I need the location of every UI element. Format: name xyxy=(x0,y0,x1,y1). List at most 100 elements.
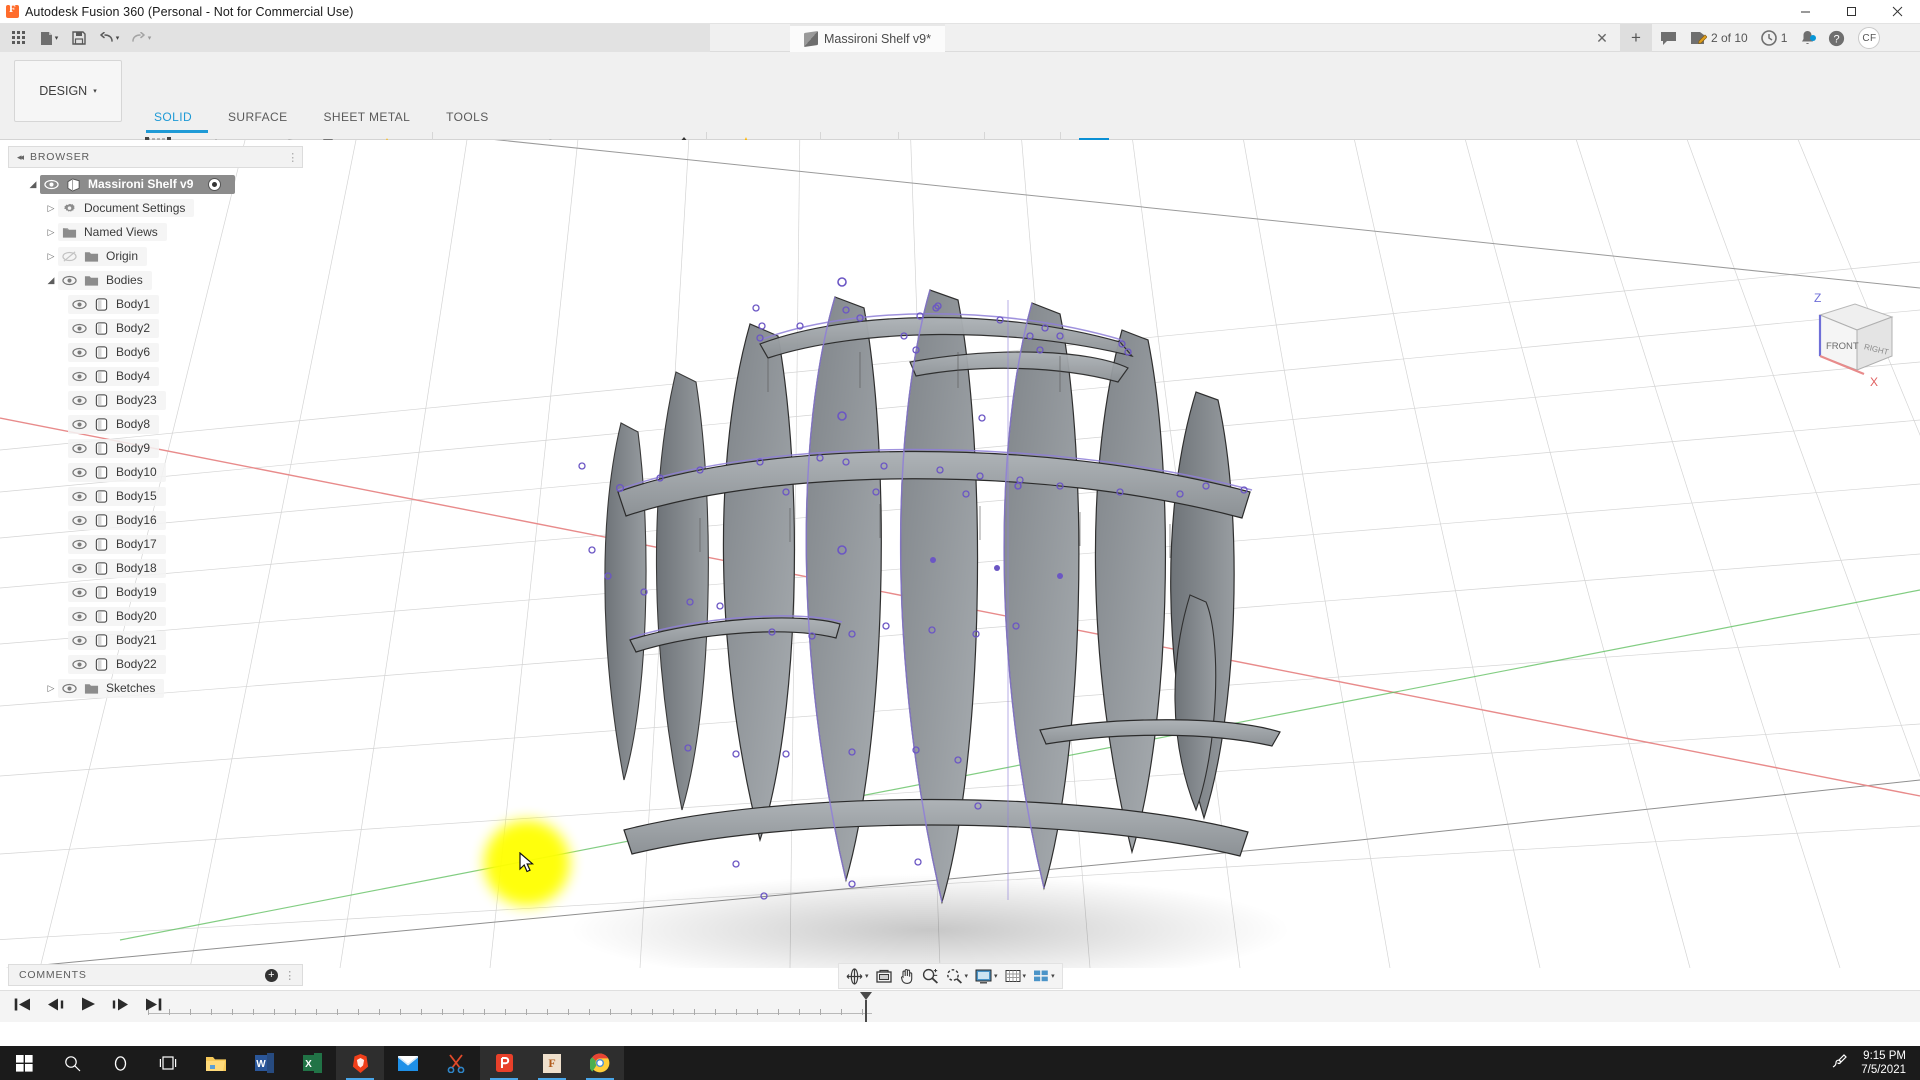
tree-root-component[interactable]: ◢ Massironi Shelf v9 xyxy=(8,172,303,196)
visibility-eye-icon[interactable] xyxy=(72,561,87,576)
tree-item-body[interactable]: Body20 xyxy=(8,604,303,628)
comment-bubble-icon[interactable] xyxy=(1660,31,1677,46)
chevron-right-icon[interactable]: ▷ xyxy=(44,251,58,262)
timeline-playhead[interactable] xyxy=(860,992,871,1022)
visibility-eye-icon[interactable] xyxy=(72,393,87,408)
undo-icon[interactable]: ▾ xyxy=(94,26,124,50)
go-to-beginning-icon[interactable] xyxy=(14,997,32,1017)
tree-item-body[interactable]: Body4 xyxy=(8,364,303,388)
visibility-eye-icon[interactable] xyxy=(72,513,87,528)
tree-item-sketches[interactable]: ▷ Sketches xyxy=(8,676,303,700)
brave-icon[interactable] xyxy=(336,1046,384,1080)
close-button[interactable] xyxy=(1874,0,1920,24)
tree-item-body[interactable]: Body22 xyxy=(8,652,303,676)
add-comment-button[interactable]: + xyxy=(265,969,278,982)
tree-item-body[interactable]: Body10 xyxy=(8,460,303,484)
active-component-radio[interactable] xyxy=(208,178,221,191)
tree-item-named-views[interactable]: ▷ Named Views xyxy=(8,220,303,244)
chrome-icon[interactable] xyxy=(576,1046,624,1080)
visibility-eye-icon[interactable] xyxy=(62,273,77,288)
fit-icon[interactable] xyxy=(873,965,895,987)
visibility-eye-icon[interactable] xyxy=(72,417,87,432)
visibility-eye-icon[interactable] xyxy=(72,321,87,336)
pdf-reader-icon[interactable] xyxy=(480,1046,528,1080)
avatar[interactable]: CF xyxy=(1858,27,1880,49)
visibility-eye-icon[interactable] xyxy=(62,681,77,696)
visibility-eye-icon[interactable] xyxy=(44,177,59,192)
workspace-switcher[interactable]: DESIGN ▾ xyxy=(14,60,122,122)
zoom-icon[interactable] xyxy=(919,965,942,987)
windows-start-icon[interactable] xyxy=(0,1046,48,1080)
zoom-window-icon[interactable]: ▾ xyxy=(943,965,972,987)
tree-item-body[interactable]: Body21 xyxy=(8,628,303,652)
tree-item-body[interactable]: Body8 xyxy=(8,412,303,436)
chevron-right-icon[interactable]: ▷ xyxy=(44,203,58,214)
tab-solid[interactable]: SOLID xyxy=(136,110,210,124)
pan-hand-icon[interactable] xyxy=(896,965,918,987)
tree-item-document-settings[interactable]: ▷ Document Settings xyxy=(8,196,303,220)
word-icon[interactable]: W xyxy=(240,1046,288,1080)
viewports-icon[interactable]: ▾ xyxy=(1030,965,1058,987)
collapse-panel-icon[interactable]: ◂◂ xyxy=(17,152,22,163)
redo-icon[interactable]: ▾ xyxy=(126,26,156,50)
grid-apps-icon[interactable] xyxy=(6,26,32,50)
taskbar-clock[interactable]: 9:15 PM 7/5/2021 xyxy=(1861,1049,1906,1077)
orbit-icon[interactable]: ▾ xyxy=(843,965,872,987)
search-icon[interactable] xyxy=(48,1046,96,1080)
chevron-expanded-icon[interactable]: ◢ xyxy=(44,275,58,286)
visibility-eye-icon[interactable] xyxy=(72,633,87,648)
tab-surface[interactable]: SURFACE xyxy=(210,110,305,124)
tree-item-body[interactable]: Body1 xyxy=(8,292,303,316)
visibility-eye-icon[interactable] xyxy=(72,369,87,384)
play-icon[interactable] xyxy=(80,996,96,1017)
tree-item-origin[interactable]: ▷ Origin xyxy=(8,244,303,268)
document-tab[interactable]: Massironi Shelf v9* xyxy=(790,24,945,52)
visibility-eye-icon[interactable] xyxy=(72,489,87,504)
tree-item-body[interactable]: Body16 xyxy=(8,508,303,532)
excel-icon[interactable]: X xyxy=(288,1046,336,1080)
file-explorer-icon[interactable] xyxy=(192,1046,240,1080)
comments-panel-header[interactable]: COMMENTS + ⋮ xyxy=(8,964,303,986)
display-settings-icon[interactable]: ▾ xyxy=(972,965,1001,987)
chevron-right-icon[interactable]: ▷ xyxy=(44,683,58,694)
history-indicator[interactable]: 1 xyxy=(1761,30,1788,46)
tree-item-body[interactable]: Body18 xyxy=(8,556,303,580)
chevron-expanded-icon[interactable]: ◢ xyxy=(26,179,40,190)
tree-item-body[interactable]: Body9 xyxy=(8,436,303,460)
save-icon[interactable] xyxy=(66,26,92,50)
visibility-eye-icon[interactable] xyxy=(72,657,87,672)
visibility-eye-icon[interactable] xyxy=(72,297,87,312)
tree-item-body[interactable]: Body23 xyxy=(8,388,303,412)
panel-grip[interactable]: ⋮ xyxy=(284,969,296,982)
tree-item-body[interactable]: Body17 xyxy=(8,532,303,556)
tree-item-body[interactable]: Body15 xyxy=(8,484,303,508)
mail-icon[interactable] xyxy=(384,1046,432,1080)
maximize-button[interactable] xyxy=(1828,0,1874,24)
tree-item-bodies[interactable]: ◢ Bodies xyxy=(8,268,303,292)
chevron-right-icon[interactable]: ▷ xyxy=(44,227,58,238)
minimize-button[interactable] xyxy=(1782,0,1828,24)
pen-icon[interactable] xyxy=(1830,1053,1847,1073)
tree-item-body[interactable]: Body6 xyxy=(8,340,303,364)
fusion360-icon[interactable]: F xyxy=(528,1046,576,1080)
visibility-eye-icon[interactable] xyxy=(72,345,87,360)
version-indicator[interactable]: 2 of 10 xyxy=(1690,30,1748,46)
view-cube[interactable]: FRONT RIGHT Z X xyxy=(1800,290,1910,400)
task-view-icon[interactable] xyxy=(144,1046,192,1080)
step-forward-icon[interactable] xyxy=(110,997,130,1017)
visibility-eye-icon[interactable] xyxy=(72,537,87,552)
bell-icon[interactable] xyxy=(1800,30,1815,46)
tab-sheet-metal[interactable]: SHEET METAL xyxy=(306,110,429,124)
new-file-icon[interactable]: ▾ xyxy=(34,26,64,50)
step-back-icon[interactable] xyxy=(46,997,66,1017)
new-tab-button[interactable]: + xyxy=(1620,24,1652,52)
tab-close-button[interactable]: ✕ xyxy=(1594,30,1610,47)
tab-tools[interactable]: TOOLS xyxy=(428,110,506,124)
visibility-eye-icon[interactable] xyxy=(72,465,87,480)
visibility-eye-icon[interactable] xyxy=(72,585,87,600)
cortana-icon[interactable] xyxy=(96,1046,144,1080)
visibility-hidden-icon[interactable] xyxy=(62,249,77,264)
help-circle-icon[interactable]: ? xyxy=(1828,30,1845,47)
grid-snaps-icon[interactable]: ▾ xyxy=(1002,965,1030,987)
tree-item-body[interactable]: Body2 xyxy=(8,316,303,340)
